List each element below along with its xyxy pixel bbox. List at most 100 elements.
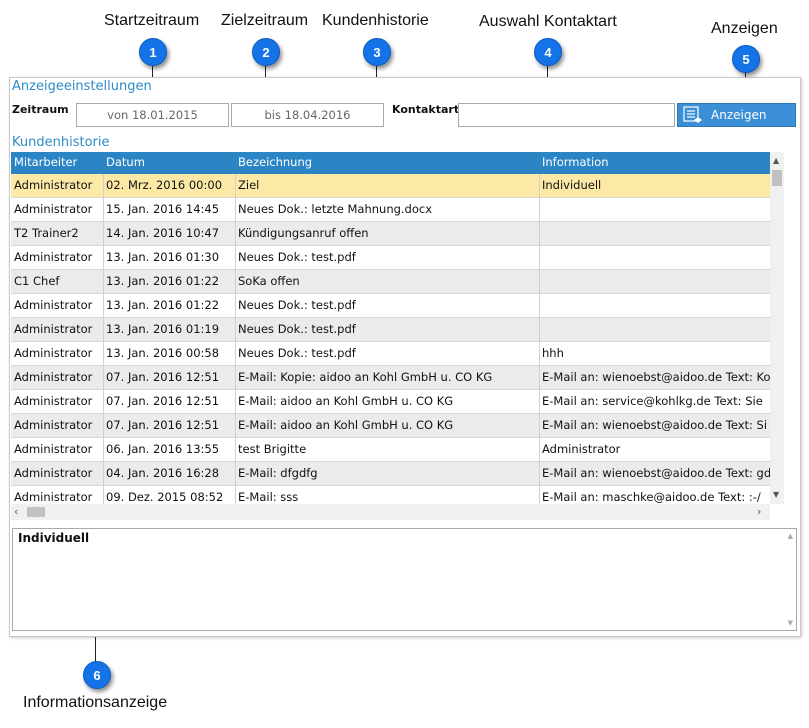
table-row[interactable]: Administrator 13. Jan. 2016 00:58 Neues Do…: [11, 342, 770, 366]
table-row[interactable]: Administrator 13. Jan. 2016 01:19 Neues Do…: [11, 318, 770, 342]
row-information-cell: E-Mail an: wienoebst@aidoo.de Text: Si: [542, 418, 768, 432]
row-information-cell: hhh: [542, 346, 564, 360]
annotation-label-4: Auswahl Kontaktart: [479, 13, 617, 30]
row-datum-cell: 13. Jan. 2016 00:58: [106, 346, 220, 360]
row-datum-cell: 06. Jan. 2016 13:55: [106, 442, 220, 456]
annotation-connector-6: [95, 636, 96, 664]
annotation-label-5: Anzeigen: [711, 20, 778, 37]
row-mitarbeiter-cell: Administrator: [14, 346, 93, 360]
row-information-cell: E-Mail an: wienoebst@aidoo.de Text: Ko: [542, 370, 770, 384]
row-bezeichnung-cell: test Brigitte: [238, 442, 307, 456]
column-header-bezeichnung[interactable]: Bezeichnung: [238, 155, 312, 169]
scroll-up-icon[interactable]: ▲: [773, 156, 779, 165]
row-datum-cell: 13. Jan. 2016 01:22: [106, 274, 220, 288]
row-bezeichnung-cell: E-Mail: Kopie: aidoo an Kohl GmbH u. CO …: [238, 370, 493, 384]
row-bezeichnung-cell: Neues Dok.: test.pdf: [238, 346, 356, 360]
row-bezeichnung-cell: E-Mail: dfgdfg: [238, 466, 318, 480]
row-mitarbeiter-cell: Administrator: [14, 202, 93, 216]
table-row[interactable]: Administrator 04. Jan. 2016 16:28 E-Mail: …: [11, 462, 770, 486]
row-mitarbeiter-cell: Administrator: [14, 442, 93, 456]
row-mitarbeiter-cell: C1 Chef: [14, 274, 60, 288]
row-bezeichnung-cell: Neues Dok.: test.pdf: [238, 322, 356, 336]
history-section-title: Kundenhistorie: [12, 135, 110, 150]
info-scroll-down-icon[interactable]: ▼: [788, 619, 793, 627]
row-bezeichnung-cell: Neues Dok.: test.pdf: [238, 298, 356, 312]
row-information-cell: Administrator: [542, 442, 621, 456]
row-datum-cell: 07. Jan. 2016 12:51: [106, 394, 220, 408]
row-information-cell: E-Mail an: maschke@aidoo.de Text: :-/: [542, 490, 761, 504]
row-bezeichnung-cell: Kündigungsanruf offen: [238, 226, 369, 240]
row-bezeichnung-cell: E-Mail: aidoo an Kohl GmbH u. CO KG: [238, 394, 454, 408]
table-row[interactable]: T2 Trainer2 14. Jan. 2016 10:47 Kündigungs…: [11, 222, 770, 246]
annotation-badge-5: 5: [732, 45, 760, 73]
row-bezeichnung-cell: E-Mail: aidoo an Kohl GmbH u. CO KG: [238, 418, 454, 432]
row-bezeichnung-cell: Ziel: [238, 178, 260, 192]
row-mitarbeiter-cell: Administrator: [14, 250, 93, 264]
scrollbar-thumb[interactable]: [27, 507, 45, 517]
table-row-selected[interactable]: Administrator 02. Mrz. 2016 00:00 Ziel Indi…: [11, 174, 770, 198]
row-mitarbeiter-cell: Administrator: [14, 298, 93, 312]
horizontal-scrollbar[interactable]: ‹ ›: [11, 504, 770, 520]
table-row[interactable]: Administrator 07. Jan. 2016 12:51 E-Mail: …: [11, 366, 770, 390]
row-datum-cell: 07. Jan. 2016 12:51: [106, 370, 220, 384]
row-information-cell: Individuell: [542, 178, 602, 192]
info-display[interactable]: Individuell ▲ ▼: [12, 528, 797, 631]
annotation-badge-2: 2: [252, 38, 280, 66]
scrollbar-thumb[interactable]: [772, 170, 782, 186]
history-grid[interactable]: Mitarbeiter Datum Bezeichnung Informatio…: [11, 152, 784, 520]
zeitraum-label: Zeitraum: [12, 103, 69, 116]
row-mitarbeiter-cell: Administrator: [14, 418, 93, 432]
column-header-mitarbeiter[interactable]: Mitarbeiter: [14, 155, 77, 169]
column-header-information[interactable]: Information: [542, 155, 609, 169]
start-date-field[interactable]: von 18.01.2015: [76, 103, 229, 127]
row-datum-cell: 14. Jan. 2016 10:47: [106, 226, 220, 240]
list-icon: [683, 106, 703, 124]
column-divider: [235, 174, 236, 504]
annotation-badge-3: 3: [363, 38, 391, 66]
table-row[interactable]: Administrator 07. Jan. 2016 12:51 E-Mail: …: [11, 414, 770, 438]
row-datum-cell: 15. Jan. 2016 14:45: [106, 202, 220, 216]
annotation-badge-4: 4: [534, 38, 562, 66]
table-row[interactable]: Administrator 13. Jan. 2016 01:30 Neues Do…: [11, 246, 770, 270]
annotation-label-3: Kundenhistorie: [322, 12, 429, 29]
annotation-label-1: Startzeitraum: [104, 12, 200, 29]
table-row[interactable]: C1 Chef 13. Jan. 2016 01:22 SoKa offen: [11, 270, 770, 294]
anzeigen-button-label: Anzeigen: [711, 108, 767, 122]
info-scroll-up-icon[interactable]: ▲: [788, 532, 793, 540]
end-date-field[interactable]: bis 18.04.2016: [231, 103, 384, 127]
row-bezeichnung-cell: E-Mail: sss: [238, 490, 299, 504]
scroll-down-icon[interactable]: ▼: [773, 490, 779, 499]
row-datum-cell: 07. Jan. 2016 12:51: [106, 418, 220, 432]
annotation-label-2: Zielzeitraum: [221, 12, 309, 29]
column-divider: [103, 174, 104, 504]
grid-header: Mitarbeiter Datum Bezeichnung Informatio…: [11, 152, 770, 174]
column-divider: [539, 174, 540, 504]
kontaktart-input[interactable]: [458, 103, 675, 127]
row-datum-cell: 09. Dez. 2015 08:52: [106, 490, 224, 504]
row-bezeichnung-cell: Neues Dok.: test.pdf: [238, 250, 356, 264]
kontaktart-label: Kontaktart: [392, 103, 460, 116]
row-bezeichnung-cell: Neues Dok.: letzte Mahnung.docx: [238, 202, 433, 216]
info-text: Individuell: [18, 531, 90, 545]
row-datum-cell: 13. Jan. 2016 01:30: [106, 250, 220, 264]
row-datum-cell: 13. Jan. 2016 01:19: [106, 322, 220, 336]
row-bezeichnung-cell: SoKa offen: [238, 274, 300, 288]
row-mitarbeiter-cell: Administrator: [14, 178, 93, 192]
row-mitarbeiter-cell: Administrator: [14, 490, 93, 504]
row-information-cell: E-Mail an: wienoebst@aidoo.de Text: gd: [542, 466, 770, 480]
row-mitarbeiter-cell: Administrator: [14, 394, 93, 408]
column-header-datum[interactable]: Datum: [106, 155, 145, 169]
vertical-scrollbar[interactable]: ▲ ▼: [770, 152, 784, 504]
table-row[interactable]: Administrator 15. Jan. 2016 14:45 Neues Do…: [11, 198, 770, 222]
table-row[interactable]: Administrator 06. Jan. 2016 13:55 test Bri…: [11, 438, 770, 462]
row-information-cell: E-Mail an: service@kohlkg.de Text: Sie: [542, 394, 763, 408]
table-row[interactable]: Administrator 07. Jan. 2016 12:51 E-Mail: …: [11, 390, 770, 414]
row-mitarbeiter-cell: T2 Trainer2: [14, 226, 79, 240]
grid-rows: Administrator 02. Mrz. 2016 00:00 Ziel Indi…: [11, 174, 770, 510]
scroll-left-icon[interactable]: ‹: [14, 505, 18, 518]
annotation-badge-6: 6: [83, 661, 111, 689]
scroll-right-icon[interactable]: ›: [757, 505, 761, 518]
anzeigen-button[interactable]: Anzeigen: [677, 103, 796, 127]
table-row[interactable]: Administrator 13. Jan. 2016 01:22 Neues Do…: [11, 294, 770, 318]
row-mitarbeiter-cell: Administrator: [14, 370, 93, 384]
